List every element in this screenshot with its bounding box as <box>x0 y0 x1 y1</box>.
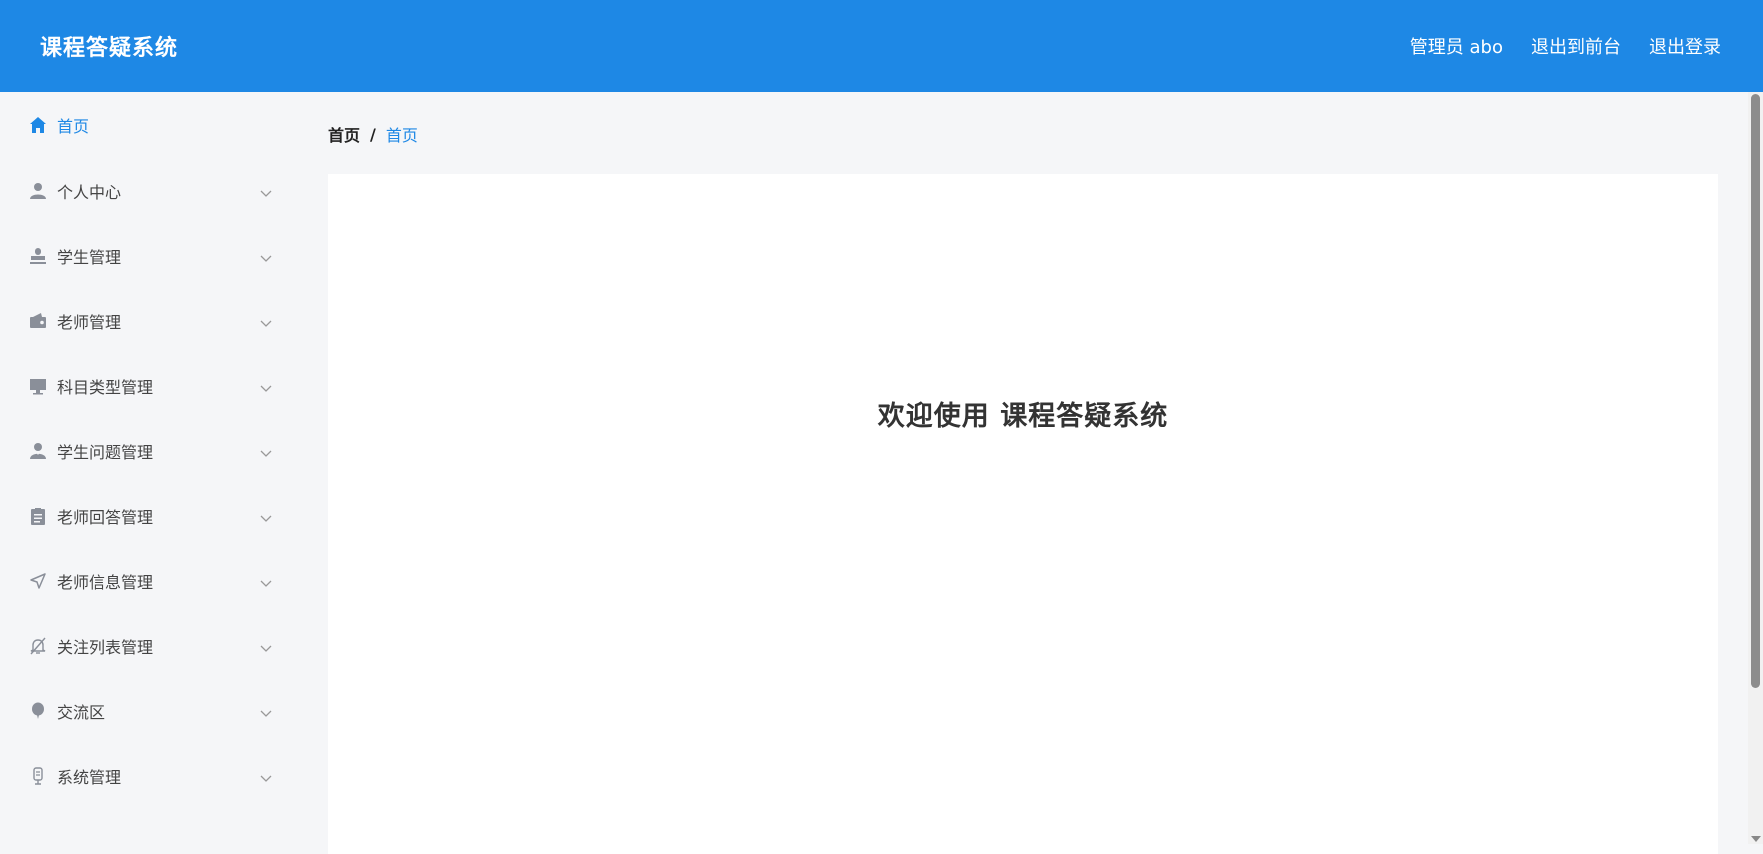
top-header: 课程答疑系统 管理员 abo 退出到前台 退出登录 <box>0 0 1763 92</box>
chevron-down-icon <box>260 768 272 787</box>
bell-off-icon <box>28 636 48 656</box>
chevron-down-icon <box>260 248 272 267</box>
breadcrumb-current: 首页 <box>385 126 418 145</box>
sidebar-item-teacher-info[interactable]: 老师信息管理 <box>0 561 300 601</box>
sidebar-item-students[interactable]: 学生管理 <box>0 236 300 276</box>
sidebar-item-label: 学生问题管理 <box>57 443 154 462</box>
current-user-label[interactable]: 管理员 abo <box>1410 33 1503 59</box>
scrollbar-thumb[interactable] <box>1751 94 1760 688</box>
header-actions: 管理员 abo 退出到前台 退出登录 <box>1410 33 1721 59</box>
breadcrumb-separator: / <box>370 124 376 144</box>
logout-link[interactable]: 退出登录 <box>1649 33 1721 59</box>
sidebar-item-student-questions[interactable]: 学生问题管理 <box>0 431 300 471</box>
breadcrumb: 首页 / 首页 <box>328 122 418 146</box>
sidebar-item-label: 老师信息管理 <box>57 573 154 592</box>
user-icon <box>28 181 48 201</box>
sidebar-item-label: 关注列表管理 <box>57 638 154 657</box>
sidebar-item-home[interactable]: 首页 <box>0 105 300 145</box>
chevron-down-icon <box>260 703 272 722</box>
stamp-icon <box>28 246 48 266</box>
chevron-down-icon <box>260 573 272 592</box>
vertical-scrollbar[interactable] <box>1748 92 1763 844</box>
balloon-icon <box>28 701 48 721</box>
sidebar-item-teacher-answers[interactable]: 老师回答管理 <box>0 496 300 536</box>
clipboard-icon <box>28 506 48 526</box>
home-icon <box>28 115 48 135</box>
sidebar-item-system-management[interactable]: 系统管理 <box>0 756 300 796</box>
sidebar-item-label: 老师管理 <box>57 313 122 332</box>
back-to-frontend-link[interactable]: 退出到前台 <box>1531 33 1621 59</box>
sidebar-item-label: 老师回答管理 <box>57 508 154 527</box>
wallet-icon <box>28 311 48 331</box>
sidebar-item-teachers[interactable]: 老师管理 <box>0 301 300 341</box>
sidebar-item-follow-list[interactable]: 关注列表管理 <box>0 626 300 666</box>
microphone-icon <box>28 766 48 786</box>
chevron-down-icon <box>260 183 272 202</box>
welcome-card: 欢迎使用 课程答疑系统 <box>328 174 1718 854</box>
sidebar-item-label: 学生管理 <box>57 248 122 267</box>
chevron-down-icon <box>260 378 272 397</box>
user-avatar-icon <box>28 441 48 461</box>
welcome-message: 欢迎使用 课程答疑系统 <box>877 401 1169 432</box>
chevron-down-icon <box>260 443 272 462</box>
sidebar-item-label: 系统管理 <box>57 768 122 787</box>
sidebar-item-exchange-area[interactable]: 交流区 <box>0 691 300 731</box>
sidebar-menu: 首页 个人中心 学生管理 老师管理 科目类型管理 学生问题管理 老师回答管理 老… <box>0 92 300 844</box>
app-title: 课程答疑系统 <box>40 36 179 61</box>
sidebar-item-label: 交流区 <box>57 703 106 722</box>
send-icon <box>28 571 48 591</box>
sidebar-item-label: 科目类型管理 <box>57 378 154 397</box>
chevron-down-icon <box>260 638 272 657</box>
sidebar-item-subject-types[interactable]: 科目类型管理 <box>0 366 300 406</box>
main-content: 首页 / 首页 欢迎使用 课程答疑系统 <box>300 92 1748 854</box>
sidebar-item-personal-center[interactable]: 个人中心 <box>0 171 300 211</box>
chevron-down-icon <box>260 508 272 527</box>
breadcrumb-root[interactable]: 首页 <box>328 122 360 146</box>
sidebar-item-label: 个人中心 <box>57 183 122 202</box>
chevron-down-icon <box>260 313 272 332</box>
monitor-icon <box>28 376 48 396</box>
sidebar-item-label: 首页 <box>57 117 90 136</box>
scroll-down-arrow-icon[interactable] <box>1751 836 1761 842</box>
